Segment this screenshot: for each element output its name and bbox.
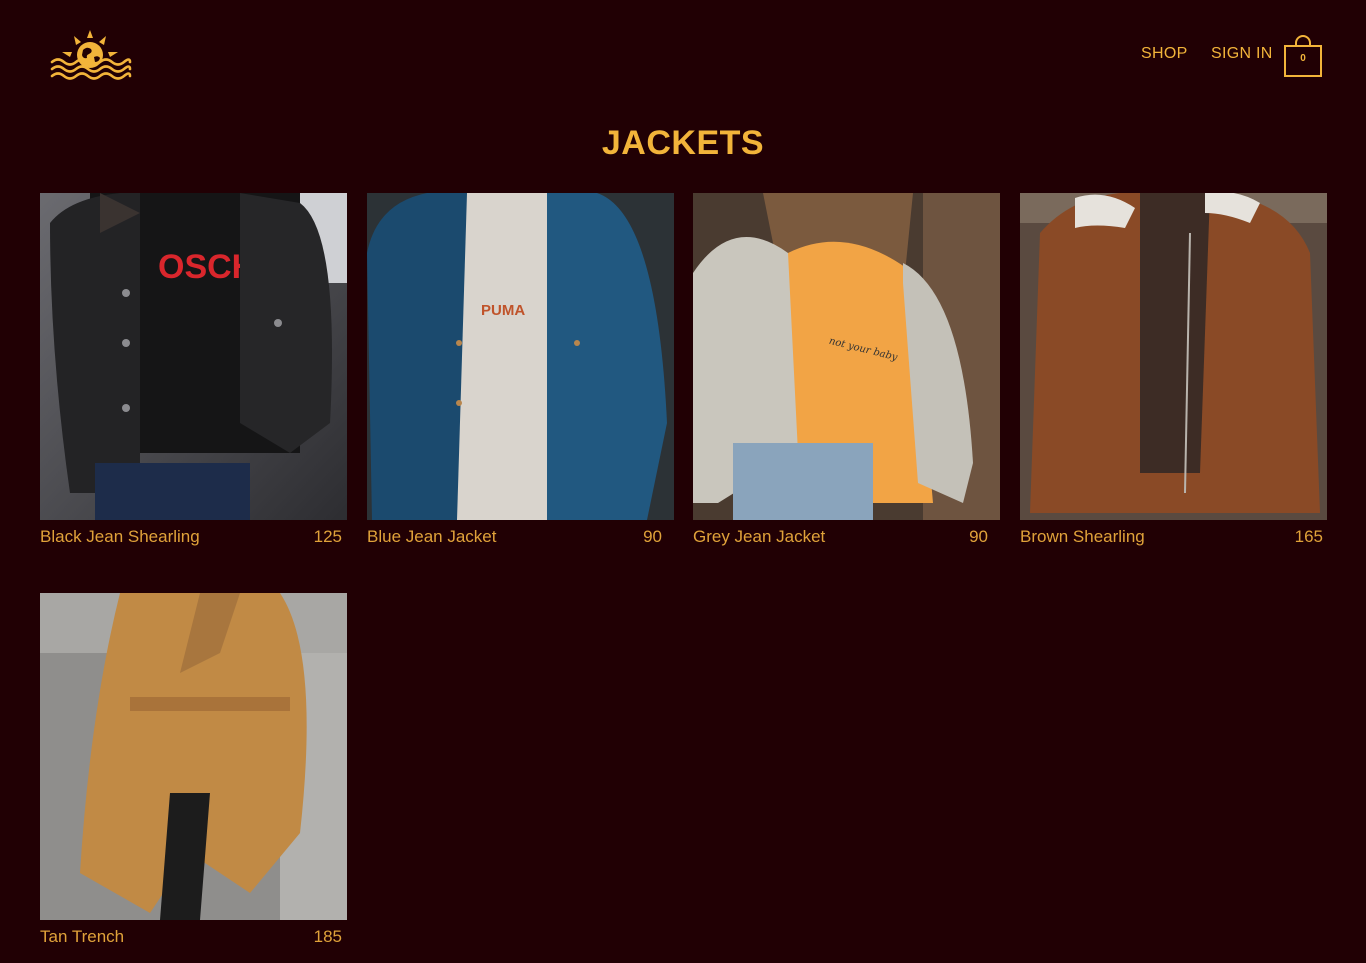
product-name[interactable]: Blue Jean Jacket	[367, 527, 496, 547]
product-name[interactable]: Tan Trench	[40, 927, 124, 947]
product-name[interactable]: Grey Jean Jacket	[693, 527, 825, 547]
product-image[interactable]: not your baby	[693, 193, 1000, 520]
site-header: SHOP SIGN IN 0	[0, 0, 1366, 110]
product-price: 125	[313, 527, 342, 546]
svg-text:PUMA: PUMA	[481, 302, 525, 319]
product-image[interactable]: OSCH	[40, 193, 347, 520]
cart-count: 0	[1300, 53, 1306, 64]
nav-shop-link[interactable]: SHOP	[1141, 45, 1188, 63]
product-image[interactable]	[40, 593, 347, 920]
product-card[interactable]: Tan Trench 185	[40, 593, 347, 953]
product-name[interactable]: Brown Shearling	[1020, 527, 1145, 547]
page-title: JACKETS	[601, 124, 765, 162]
product-name[interactable]: Black Jean Shearling	[40, 527, 200, 547]
product-card[interactable]: OSCH Black Jean Shearling 125	[40, 193, 347, 553]
sun-waves-logo-icon[interactable]	[48, 28, 132, 80]
product-card[interactable]: not your baby Grey Jean Jacket 90	[693, 193, 1000, 553]
product-price: 165	[1294, 527, 1323, 546]
nav-sign-in-link[interactable]: SIGN IN	[1211, 45, 1273, 63]
product-image[interactable]: PUMA	[367, 193, 674, 520]
product-card[interactable]: PUMA Blue Jean Jacket 90	[367, 193, 674, 553]
product-image[interactable]	[1020, 193, 1327, 520]
product-price: 185	[313, 927, 342, 946]
product-price: 90	[969, 527, 988, 546]
cart-button[interactable]: 0	[1284, 33, 1324, 79]
product-card[interactable]: Brown Shearling 165	[1020, 193, 1327, 553]
product-price: 90	[643, 527, 662, 546]
